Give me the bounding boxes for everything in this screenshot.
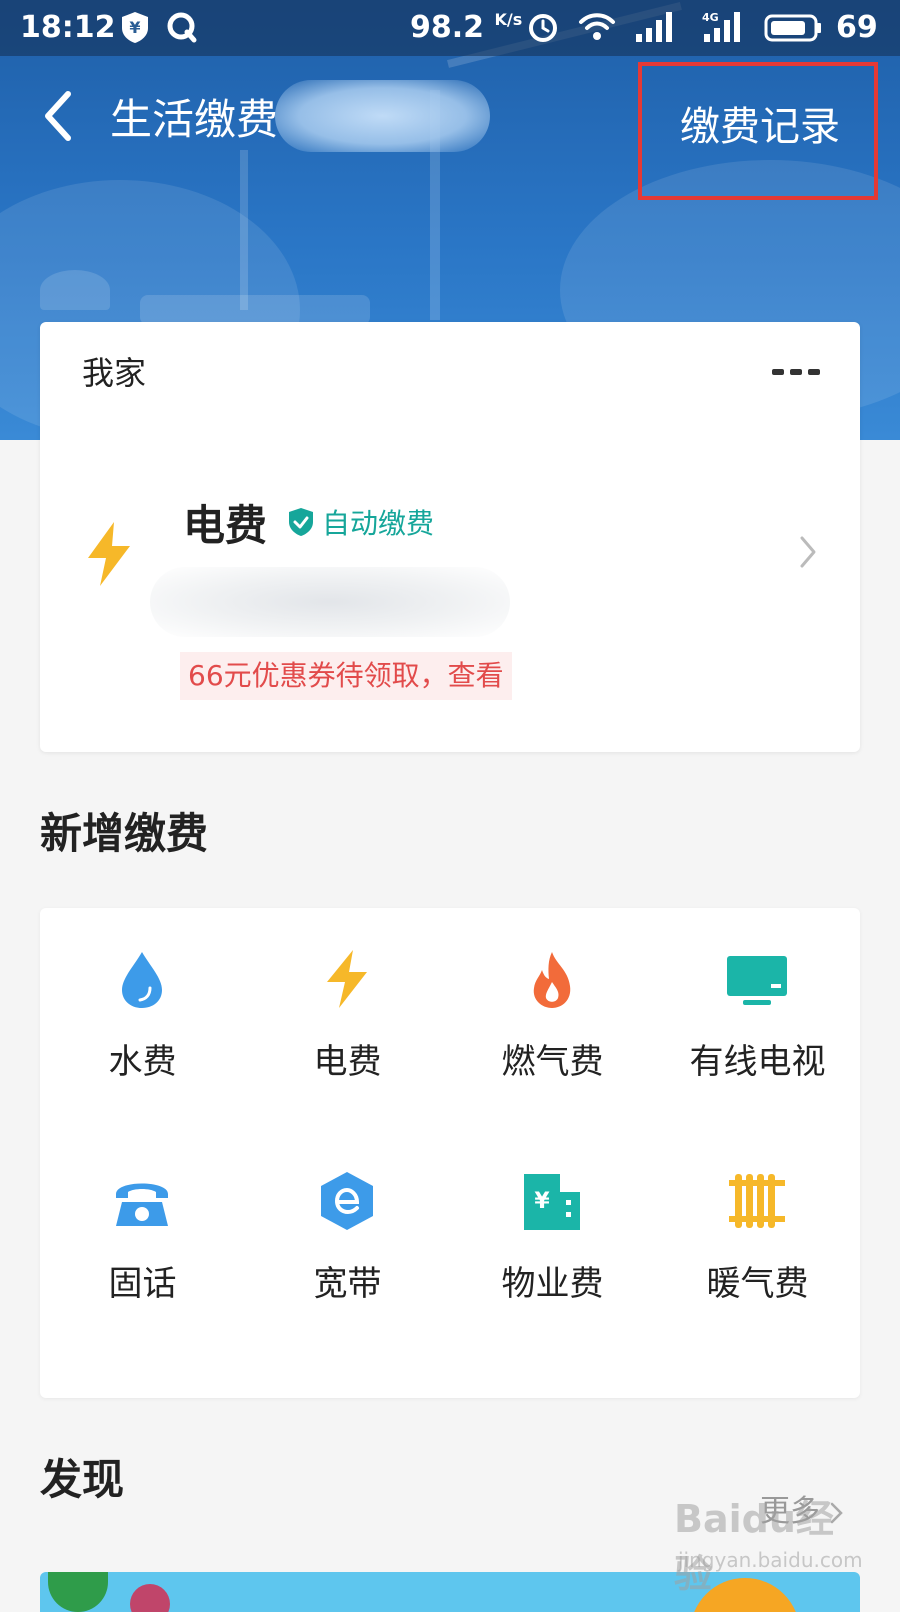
tv-icon <box>727 956 787 1005</box>
autopay-badge: 自动缴费 <box>288 502 434 542</box>
watermark-url: jingyan.baidu.com <box>678 1548 863 1572</box>
payment-records-button[interactable]: 缴费记录 <box>638 62 878 200</box>
autopay-label: 自动缴费 <box>322 507 435 540</box>
search-q-icon <box>167 12 197 43</box>
wallet-shield-icon: ¥ <box>122 12 148 43</box>
discover-heading: 发现 <box>40 1455 125 1504</box>
flame-icon <box>533 952 571 1008</box>
grid-item-label: 宽带 <box>313 1264 382 1304</box>
grid-item-label: 有线电视 <box>689 1042 826 1082</box>
nav-bar: 生活缴费 缴费记录 <box>0 56 900 200</box>
building-icon: ¥ <box>524 1174 580 1230</box>
alarm-icon <box>529 14 557 42</box>
banner-decoration <box>48 1572 108 1612</box>
svg-text:¥: ¥ <box>129 18 140 37</box>
home-account-card: 我家 电费 自动缴费 66元优惠券待领取，查看 <box>40 322 860 752</box>
grid-item-label: 暖气费 <box>706 1264 809 1304</box>
telephone-icon <box>116 1183 168 1226</box>
signal-icon <box>636 12 672 42</box>
banner-decoration <box>130 1584 170 1612</box>
redacted-account-number <box>150 567 510 637</box>
radiator-icon <box>729 1174 785 1228</box>
shield-check-icon <box>289 508 313 536</box>
bill-name: 电费 <box>183 501 268 550</box>
watermark-brand: Baidu经验 <box>674 1497 834 1596</box>
network-type: 4G <box>702 11 719 24</box>
lightning-icon <box>88 522 130 586</box>
battery-level: 69 <box>836 10 878 45</box>
broadband-icon <box>321 1172 373 1230</box>
svg-text:¥: ¥ <box>534 1189 550 1214</box>
signal-4g-icon: 4G <box>702 11 740 42</box>
watermark: Baidu经验 jingyan.baidu.com <box>674 1488 863 1596</box>
add-payment-heading: 新增缴费 <box>40 809 209 858</box>
grid-item-label: 固话 <box>108 1264 177 1304</box>
add-heating-fee-button[interactable]: 暖气费 <box>655 1130 860 1350</box>
home-card-title: 我家 <box>82 354 147 392</box>
speed-unit: K/s <box>494 10 523 29</box>
grid-item-label: 电费 <box>313 1042 382 1082</box>
battery-icon <box>764 14 821 42</box>
status-bar: 18:12 ¥ 98.2 K/s 4G 69 <box>0 0 900 56</box>
background-decoration <box>40 270 110 310</box>
grid-item-label: 燃气费 <box>501 1042 604 1082</box>
payment-records-label: 缴费记录 <box>680 104 840 150</box>
page-title: 生活缴费 <box>110 95 279 144</box>
more-options-icon[interactable] <box>772 368 820 376</box>
add-broadband-button[interactable]: 宽带 <box>245 1130 450 1350</box>
add-water-bill-button[interactable]: 水费 <box>40 908 245 1128</box>
add-payment-grid: 水费 电费 燃气费 有线电视 固话 宽带 ¥ 物业费 暖气费 <box>40 908 860 1398</box>
back-arrow-icon[interactable] <box>38 86 78 146</box>
grid-item-label: 物业费 <box>501 1264 604 1304</box>
wifi-icon <box>579 13 615 40</box>
add-cable-tv-button[interactable]: 有线电视 <box>655 908 860 1128</box>
add-gas-bill-button[interactable]: 燃气费 <box>450 908 655 1128</box>
coupon-link[interactable]: 66元优惠券待领取，查看 <box>180 652 512 700</box>
speed-value: 98.2 <box>410 10 485 45</box>
add-property-fee-button[interactable]: ¥ 物业费 <box>450 1130 655 1350</box>
redacted-blur <box>275 80 490 152</box>
status-time: 18:12 <box>20 10 116 45</box>
lightning-icon <box>327 950 367 1008</box>
grid-item-label: 水费 <box>108 1042 177 1082</box>
chevron-right-icon <box>800 536 816 568</box>
network-speed: 98.2 K/s <box>410 10 522 45</box>
water-drop-icon <box>122 952 162 1008</box>
add-landline-button[interactable]: 固话 <box>40 1130 245 1350</box>
electricity-bill-row[interactable]: 电费 自动缴费 66元优惠券待领取，查看 <box>40 432 860 752</box>
add-electricity-bill-button[interactable]: 电费 <box>245 908 450 1128</box>
background-decoration <box>140 295 370 325</box>
